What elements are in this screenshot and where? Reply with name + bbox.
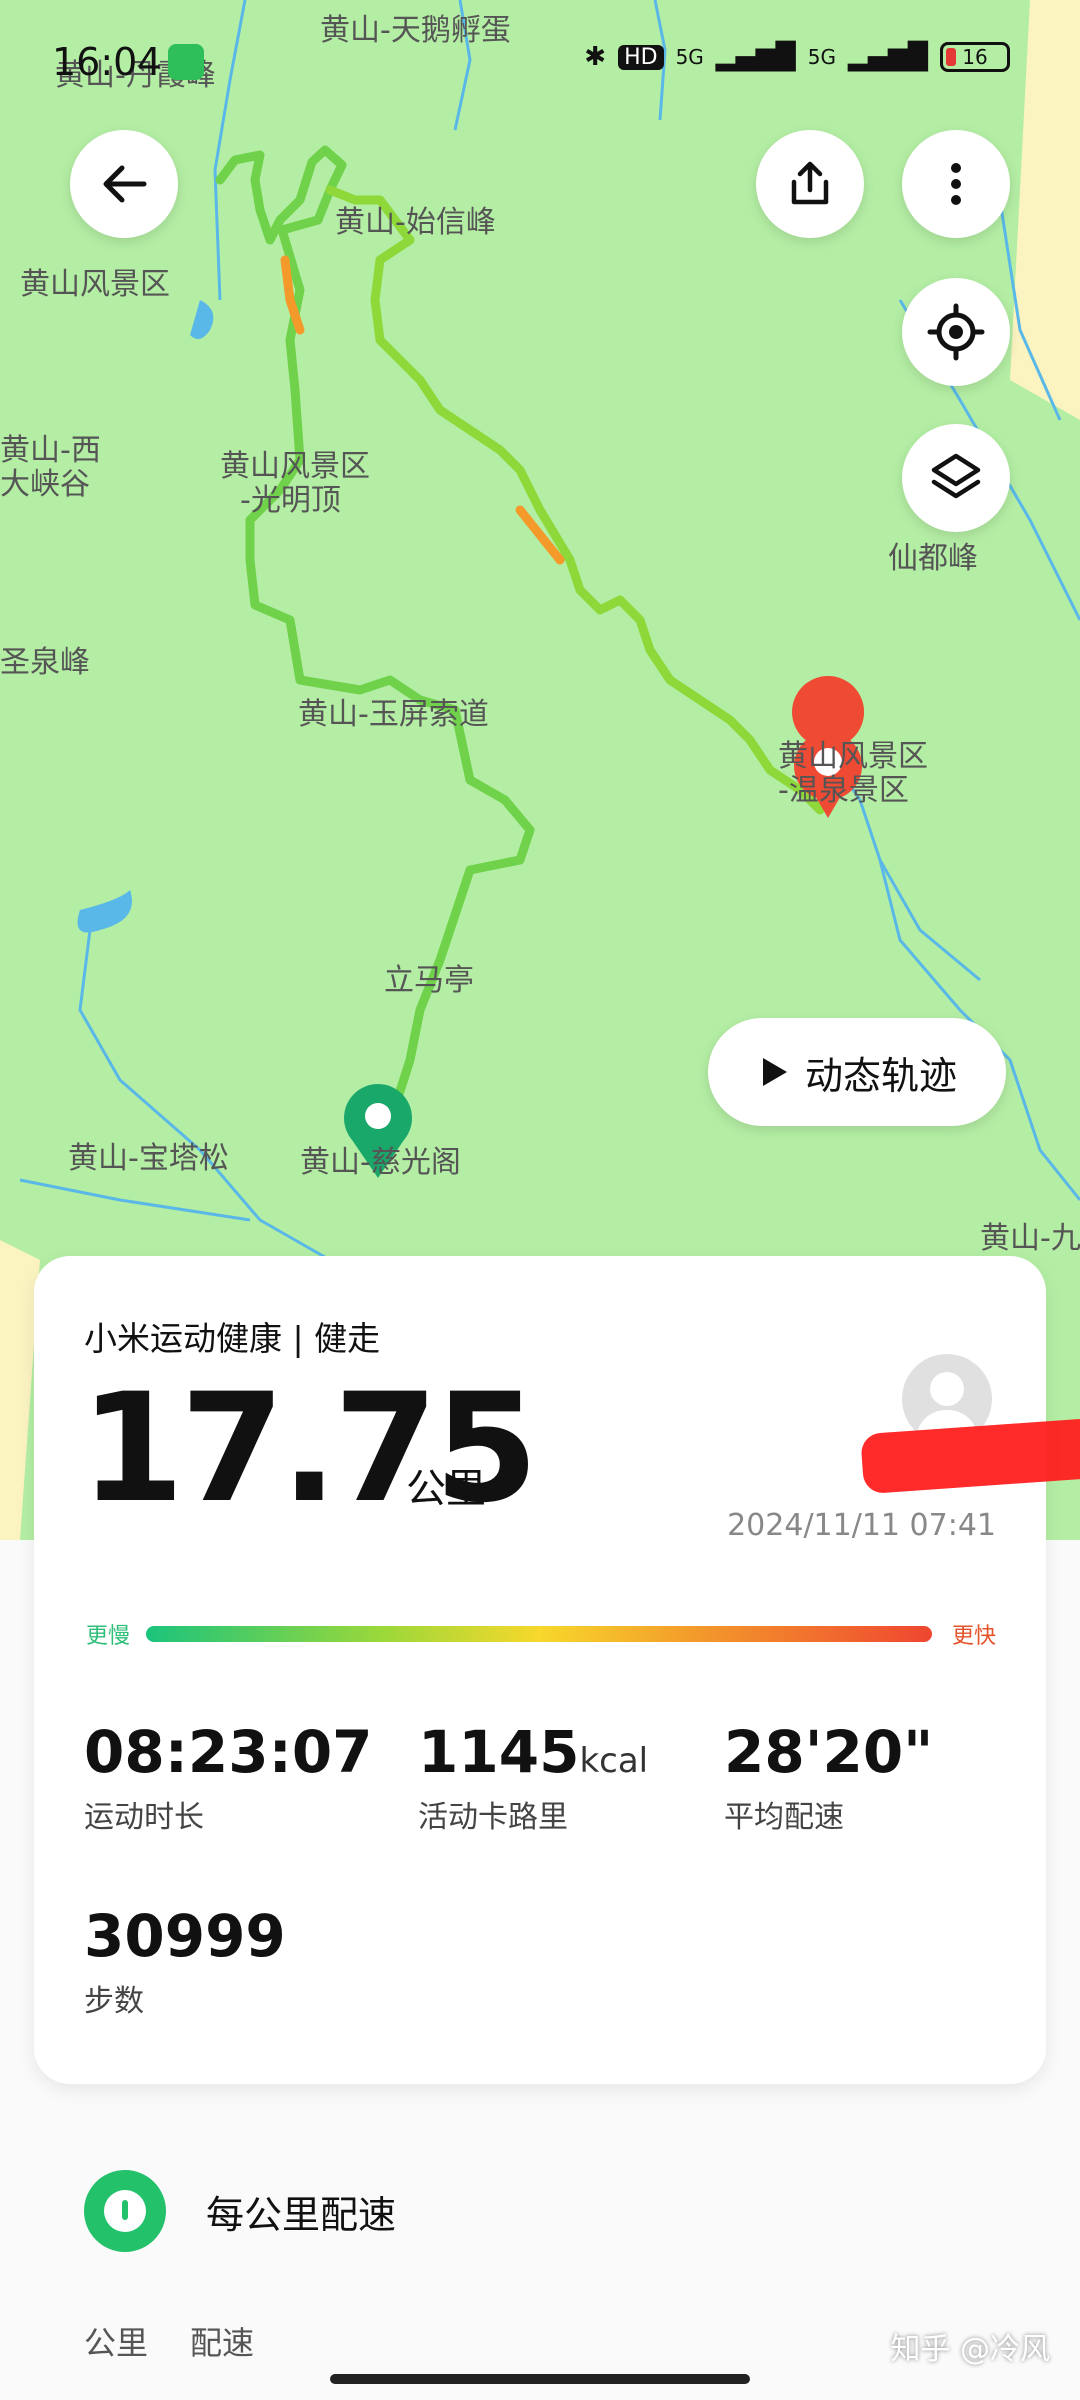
network-label: 5G bbox=[675, 45, 704, 69]
layers-button[interactable] bbox=[902, 424, 1010, 532]
distance-unit: 公里 bbox=[406, 1466, 486, 1512]
map-label: 黄山风景区 bbox=[20, 267, 170, 302]
stopwatch-icon bbox=[84, 2170, 166, 2252]
locate-icon bbox=[927, 303, 985, 361]
map-label: 黄山-始信峰 bbox=[335, 205, 496, 240]
splits-title: 每公里配速 bbox=[206, 2193, 397, 2237]
map-label: 黄山风景区 bbox=[220, 449, 370, 484]
battery-icon: 16 bbox=[940, 42, 1010, 72]
stat-number: 30999 bbox=[84, 1902, 286, 1970]
locate-button[interactable] bbox=[902, 278, 1010, 386]
more-vertical-icon bbox=[951, 163, 961, 205]
map-label: 黄山-九 bbox=[980, 1221, 1080, 1256]
bluetooth-icon: ✱ bbox=[584, 42, 607, 72]
map-label: 大峡谷 bbox=[0, 467, 90, 502]
stat-value: 08:23:07 bbox=[84, 1718, 373, 1786]
column-header-km: 公里 bbox=[84, 2324, 149, 2362]
stat-number: 1145 bbox=[418, 1718, 580, 1786]
play-icon bbox=[762, 1058, 787, 1086]
map-label: 黄山-宝塔松 bbox=[68, 1141, 229, 1176]
stat-value: 28'20" bbox=[724, 1718, 933, 1786]
battery-text: 16 bbox=[962, 45, 988, 69]
hd-badge: HD bbox=[618, 44, 664, 70]
stat-label: 活动卡路里 bbox=[418, 1800, 568, 1835]
stat-label: 平均配速 bbox=[724, 1800, 844, 1835]
status-time: 16:04 bbox=[52, 40, 162, 84]
dynamic-track-button[interactable]: 动态轨迹 bbox=[708, 1018, 1006, 1126]
dynamic-track-label: 动态轨迹 bbox=[804, 1053, 957, 1098]
back-arrow-icon bbox=[103, 165, 147, 203]
stat-label: 运动时长 bbox=[84, 1800, 204, 1835]
map-label: 仙都峰 bbox=[888, 541, 978, 576]
map-label: 圣泉峰 bbox=[0, 645, 90, 680]
stat-value: 1145kcal bbox=[418, 1718, 648, 1786]
share-icon bbox=[791, 161, 829, 205]
stat-duration: 08:23:07 运动时长 bbox=[84, 1718, 373, 1836]
network-label-2: 5G bbox=[807, 45, 837, 69]
stat-avg-pace: 28'20" 平均配速 bbox=[724, 1718, 933, 1836]
column-header-pace: 配速 bbox=[190, 2324, 255, 2362]
map-label: -温泉景区 bbox=[778, 773, 909, 808]
stat-steps: 30999 步数 bbox=[84, 1902, 286, 2020]
battery-level bbox=[946, 48, 956, 66]
share-button[interactable] bbox=[756, 130, 864, 238]
map-label: 黄山-慈光阁 bbox=[300, 1145, 461, 1180]
map-label: 黄山-玉屏索道 bbox=[298, 697, 489, 732]
map-label: 立马亭 bbox=[384, 963, 474, 998]
stat-number: 08:23:07 bbox=[84, 1718, 373, 1786]
stat-number: 28'20" bbox=[724, 1718, 934, 1786]
more-button[interactable] bbox=[902, 130, 1010, 238]
stat-label: 步数 bbox=[84, 1984, 144, 2019]
stopwatch-needle bbox=[122, 2200, 128, 2220]
pace-gradient-bar bbox=[146, 1626, 932, 1642]
security-shield-icon bbox=[168, 44, 204, 80]
pace-legend-slow: 更慢 bbox=[86, 1624, 131, 1649]
avatar-head bbox=[930, 1372, 964, 1406]
stat-calories: 1145kcal 活动卡路里 bbox=[418, 1718, 648, 1836]
map-label: -光明顶 bbox=[240, 483, 341, 518]
map-label: 黄山-西 bbox=[0, 433, 101, 468]
home-indicator[interactable] bbox=[330, 2374, 750, 2384]
stat-value: 30999 bbox=[84, 1902, 286, 1970]
pace-legend-fast: 更快 bbox=[951, 1624, 996, 1649]
stat-unit: kcal bbox=[579, 1741, 649, 1781]
signal-icon: ▂▄▆█ bbox=[715, 42, 796, 72]
summary-card: 小米运动健康 | 健走 17.75 公里 2024/11/11 07:41 更慢… bbox=[34, 1256, 1080, 2084]
status-bar: 16:04 ✱ HD 5G ▂▄▆█ 5G ▂▄▆█ 16 bbox=[0, 40, 1080, 90]
map-label: 黄山风景区 bbox=[778, 739, 928, 774]
system-icons: ✱ HD 5G ▂▄▆█ 5G ▂▄▆█ 16 bbox=[584, 42, 1010, 72]
watermark: 知乎 @冷风 bbox=[890, 2332, 1050, 2367]
activity-datetime: 2024/11/11 07:41 bbox=[727, 1508, 996, 1543]
activity-title: 小米运动健康 | 健走 bbox=[84, 1319, 381, 1358]
layers-icon bbox=[931, 453, 981, 499]
back-button[interactable] bbox=[70, 130, 178, 238]
signal-icon-2: ▂▄▆█ bbox=[848, 42, 928, 72]
